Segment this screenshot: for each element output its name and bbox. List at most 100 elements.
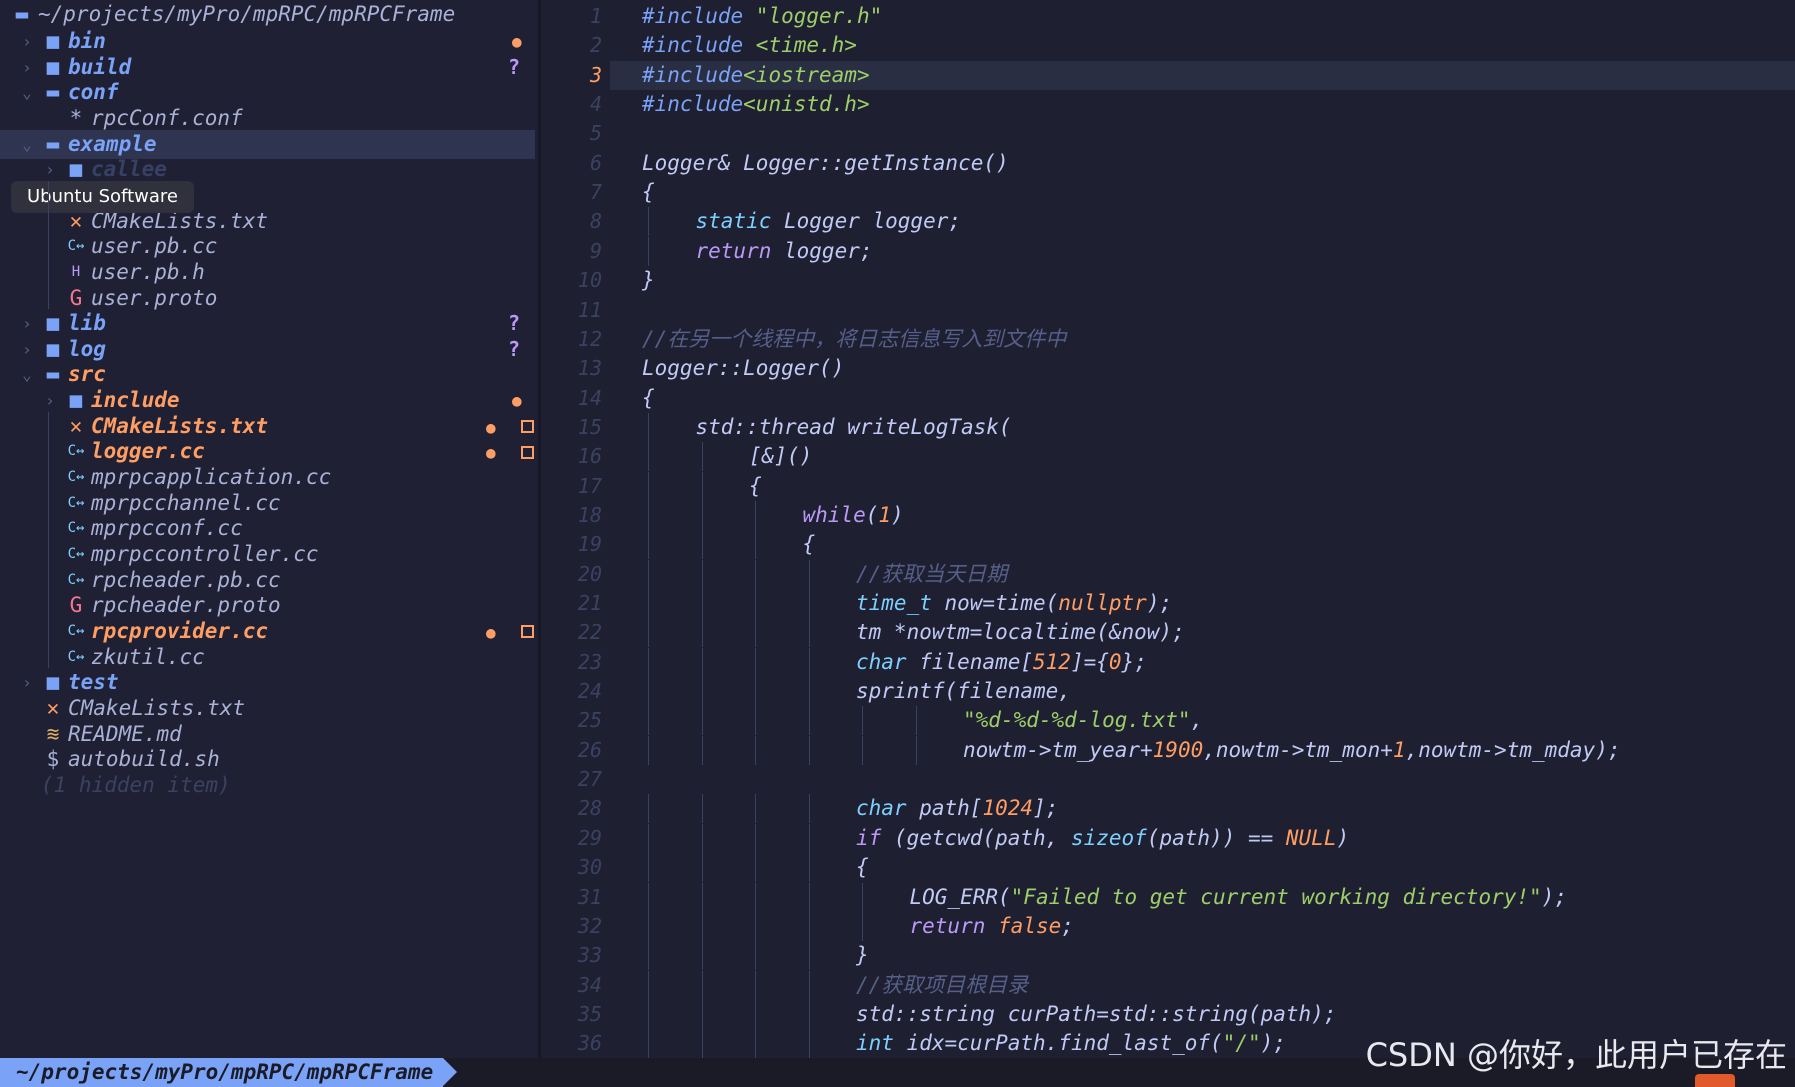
code-line[interactable]: sprintf(filename, [610, 677, 1795, 707]
indent-guide [755, 530, 756, 560]
chevron-right-icon[interactable]: › [18, 309, 36, 338]
line-number: 18 [577, 502, 602, 527]
indent-guide [755, 823, 756, 853]
tree-folder[interactable]: › ■ test [0, 668, 535, 697]
line-number: 27 [577, 767, 602, 792]
code-text: { [856, 855, 869, 880]
code-line[interactable]: #include "logger.h" [610, 2, 1795, 31]
tree-item-label: include [91, 388, 180, 413]
indent-guide [701, 500, 703, 530]
code-line[interactable]: #include<unistd.h> [610, 90, 1795, 119]
code-line[interactable]: nowtm->tm_year+1900,nowtm->tm_mon+1,nowt… [610, 735, 1795, 765]
tree-file[interactable]: ✕ CMakeLists.txt [0, 694, 535, 723]
code-line[interactable]: //获取项目根目录 [610, 970, 1795, 1000]
code-line[interactable]: LOG_ERR("Failed to get current working d… [610, 882, 1795, 912]
tree-file[interactable]: C↔ mprpccontroller.cc [0, 540, 535, 569]
tree-file[interactable]: Huser.pb.h [0, 258, 535, 287]
tree-file[interactable]: C↔ mprpcconf.cc [0, 514, 535, 543]
code-line[interactable]: { [610, 853, 1795, 883]
tree-folder[interactable]: ⌄ ▬ src [0, 360, 535, 389]
code-line[interactable]: if (getcwd(path, sizeof(path)) == NULL) [610, 823, 1795, 853]
chevron-right-icon[interactable]: › [18, 27, 36, 56]
code-line[interactable]: //在另一个线程中，将日志信息写入到文件中 [610, 325, 1795, 354]
code-line[interactable]: } [610, 266, 1795, 295]
tree-folder[interactable]: › ■ include ● [0, 386, 535, 415]
tree-file[interactable]: C↔ rpcheader.pb.cc [0, 566, 535, 595]
code-line[interactable]: { [610, 384, 1795, 413]
code-line[interactable]: static Logger logger; [610, 207, 1795, 237]
code-text: sprintf(filename, [856, 679, 1071, 704]
tree-item-label: test [68, 670, 119, 695]
tree-item-label: mprpccontroller.cc [91, 542, 319, 566]
tree-file[interactable]: C↔ user.pb.cc [0, 232, 535, 261]
code-line[interactable]: [&]() [610, 442, 1795, 472]
tree-folder[interactable]: › ■ log? [0, 335, 535, 364]
file-explorer: ▬ ~/projects/myPro/mpRPC/mpRPCFrame › ■ bi… [0, 0, 541, 1058]
indent-guide [755, 794, 756, 824]
code-line[interactable]: } [610, 941, 1795, 971]
tree-file[interactable]: C↔ mprpcapplication.cc [0, 463, 535, 492]
indent-guide [755, 706, 756, 736]
tree-file[interactable]: Guser.proto [0, 284, 535, 313]
tree-file[interactable]: ≋ README.md [0, 720, 535, 749]
tree-file[interactable]: ✕ CMakeLists.txt ● [0, 412, 535, 441]
code-line[interactable]: std::thread writeLogTask( [610, 412, 1795, 442]
chevron-right-icon[interactable]: › [18, 668, 36, 697]
code-line[interactable]: { [610, 178, 1795, 207]
code-line[interactable]: "%d-%d-%d-log.txt", [610, 706, 1795, 736]
chevron-down-icon[interactable]: ⌄ [18, 78, 36, 107]
line-number: 12 [577, 326, 602, 351]
line-number: 6 [589, 150, 602, 175]
chevron-down-icon[interactable]: ⌄ [18, 360, 36, 389]
code-line[interactable]: { [610, 530, 1795, 560]
tree-file[interactable]: C↔ zkutil.cc [0, 643, 535, 672]
code-line[interactable] [610, 119, 1795, 148]
code-line[interactable] [610, 765, 1795, 794]
tree-folder[interactable]: › ■ bin ● [0, 27, 535, 56]
chevron-right-icon[interactable]: › [18, 53, 36, 82]
chevron-right-icon[interactable]: › [41, 386, 59, 415]
code-line[interactable]: time_t now=time(nullptr); [610, 589, 1795, 618]
code-line[interactable]: Logger::Logger() [610, 354, 1795, 383]
chevron-right-icon[interactable]: › [18, 335, 36, 364]
line-number: 34 [577, 972, 602, 997]
code-editor[interactable]: #include "logger.h" #include <time.h> #inc… [610, 0, 1795, 1058]
code-line[interactable]: Logger& Logger::getInstance() [610, 149, 1795, 178]
tree-folder[interactable]: ⌄ ▬ conf [0, 78, 535, 107]
tree-file[interactable]: C↔ rpcprovider.cc ● [0, 617, 535, 646]
tree-folder[interactable]: › ■ build? [0, 53, 535, 82]
code-line[interactable]: char path[1024]; [610, 794, 1795, 824]
code-line[interactable]: char filename[512]={0}; [610, 647, 1795, 677]
tree-file[interactable]: Grpcheader.proto [0, 591, 535, 620]
tree-file[interactable]: C↔ logger.cc ● [0, 437, 535, 466]
code-line[interactable]: return logger; [610, 236, 1795, 266]
indent-guide [648, 471, 649, 501]
tree-folder[interactable]: › ■ lib? [0, 309, 535, 338]
chevron-right-icon[interactable]: › [41, 155, 59, 184]
chevron-down-icon[interactable]: ⌄ [18, 130, 36, 159]
code-line[interactable]: std::string curPath=std::string(path); [610, 999, 1795, 1029]
indent-guide [701, 559, 703, 589]
tree-file[interactable]: * rpcConf.conf [0, 104, 535, 133]
header-file-icon: H [71, 263, 81, 280]
tree-folder[interactable]: ⌄ ▬ example [0, 129, 535, 159]
code-line[interactable]: { [610, 471, 1795, 501]
code-line[interactable] [610, 296, 1795, 325]
explorer-root-path: ~/projects/myPro/mpRPC/mpRPCFrame [38, 2, 456, 26]
indent-guide [648, 1029, 649, 1058]
indent-guide [808, 559, 810, 589]
tree-file[interactable]: C↔ mprpcchannel.cc [0, 489, 535, 518]
code-line[interactable]: while(1) [610, 500, 1795, 530]
code-line[interactable]: return false; [610, 911, 1795, 941]
code-line[interactable]: #include <time.h> [610, 31, 1795, 60]
code-line[interactable]: //获取当天日期 [610, 559, 1795, 589]
code-line[interactable]: tm *nowtm=localtime(&now); [610, 618, 1795, 648]
tree-folder[interactable]: › ■ callee [0, 155, 535, 184]
tree-file[interactable]: $ autobuild.sh [0, 745, 535, 774]
cmake-icon: ✕ [69, 413, 83, 438]
code-line[interactable]: #include<iostream> [610, 60, 1795, 90]
explorer-root[interactable]: ▬ ~/projects/myPro/mpRPC/mpRPCFrame [0, 0, 535, 29]
folder-open-icon: ▬ [46, 131, 60, 156]
tree-item-label: (1 hidden item) [41, 772, 231, 797]
indent-guide [648, 853, 649, 883]
